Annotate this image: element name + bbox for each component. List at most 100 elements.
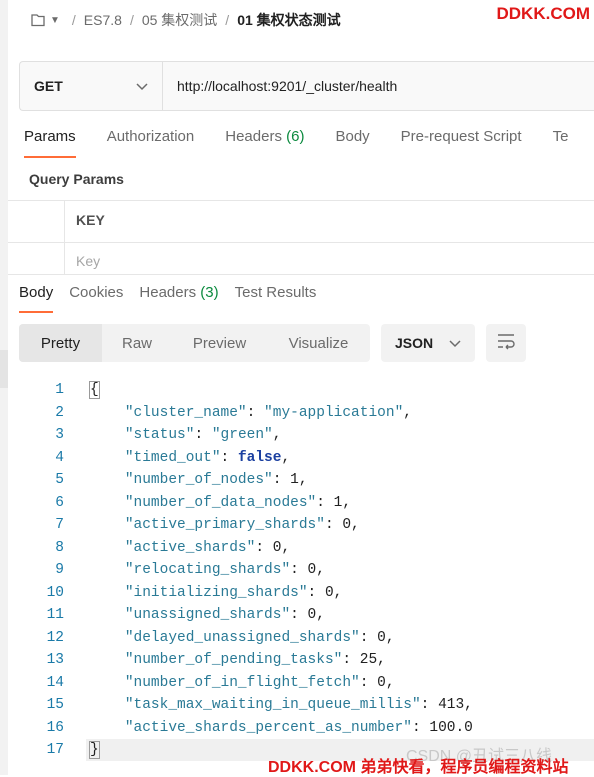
breadcrumb-current[interactable]: 01 集权状态测试	[237, 10, 340, 30]
code-text: "relocating_shards": 0,	[124, 562, 325, 578]
view-pretty[interactable]: Pretty	[19, 324, 102, 362]
code-text: "active_primary_shards": 0,	[124, 517, 360, 533]
tab-pre-request-script[interactable]: Pre-request Script	[401, 128, 522, 152]
code-line: 10 "initializing_shards": 0,	[0, 582, 594, 605]
line-number: 16	[46, 719, 64, 736]
code-text: "active_shards_percent_as_number": 100.0	[124, 719, 473, 736]
code-text: "number_of_pending_tasks": 25,	[124, 652, 386, 668]
format-label: JSON	[395, 335, 434, 351]
code-line: 1{	[0, 379, 594, 402]
tab-label: Headers	[225, 128, 282, 145]
divider	[8, 242, 594, 243]
chevron-down-icon[interactable]: ▼	[50, 15, 60, 26]
request-bar: GET http://localhost:9201/_cluster/healt…	[19, 61, 594, 111]
tab-response-headers[interactable]: Headers (3)	[139, 284, 218, 301]
chevron-down-icon	[136, 78, 148, 94]
tab-label: Body	[335, 128, 370, 145]
code-line: 5 "number_of_nodes": 1,	[0, 469, 594, 492]
divider	[8, 200, 594, 201]
tab-label: Body	[19, 284, 54, 301]
key-column-header: KEY	[76, 212, 105, 228]
code-line: 14 "number_of_in_flight_fetch": 0,	[0, 672, 594, 695]
tab-count: (3)	[200, 284, 219, 301]
code-text: "number_of_data_nodes": 1,	[124, 494, 352, 511]
line-number: 12	[46, 629, 64, 646]
query-params-title: Query Params	[29, 171, 124, 187]
code-line: 6 "number_of_data_nodes": 1,	[0, 492, 594, 515]
tab-count: (6)	[286, 128, 305, 145]
code-line: 16 "active_shards_percent_as_number": 10…	[0, 717, 594, 740]
code-line: 9 "relocating_shards": 0,	[0, 559, 594, 582]
view-raw[interactable]: Raw	[102, 324, 172, 362]
tab-test-results[interactable]: Test Results	[235, 284, 317, 301]
response-tabs: Body Cookies Headers (3) Test Results	[19, 284, 332, 313]
line-number: 2	[55, 404, 64, 421]
line-number: 10	[46, 584, 64, 601]
tab-cookies[interactable]: Cookies	[69, 284, 123, 301]
code-text: "task_max_waiting_in_queue_millis": 413,	[124, 697, 473, 713]
view-visualize[interactable]: Visualize	[267, 324, 370, 362]
response-body-editor[interactable]: 1{2 "cluster_name": "my-application", 3 "…	[0, 379, 594, 762]
code-line: 4 "timed_out": false,	[0, 447, 594, 470]
line-number: 9	[55, 562, 64, 578]
breadcrumb-separator: /	[225, 12, 230, 28]
code-line: 8 "active_shards": 0,	[0, 537, 594, 560]
divider	[64, 200, 65, 274]
line-number: 7	[55, 517, 64, 533]
wrap-lines-button[interactable]	[486, 324, 526, 362]
request-tabs: Params Authorization Headers (6) Body Pr…	[24, 128, 594, 158]
code-text: "status": "green",	[124, 427, 282, 443]
line-number: 17	[46, 742, 64, 758]
watermark-top: DDKK.COM	[496, 4, 591, 23]
line-number: 4	[55, 449, 64, 466]
tab-label: Authorization	[106, 128, 195, 145]
tab-headers[interactable]: Headers (6)	[225, 128, 304, 152]
tab-body[interactable]: Body	[335, 128, 369, 152]
code-line: 3 "status": "green",	[0, 424, 594, 447]
key-input[interactable]: Key	[76, 253, 100, 269]
code-line: 15 "task_max_waiting_in_queue_millis": 4…	[0, 694, 594, 717]
tab-response-body[interactable]: Body	[19, 284, 54, 313]
code-text: "number_of_nodes": 1,	[124, 472, 308, 488]
request-icon[interactable]	[30, 12, 46, 28]
code-line: 7 "active_primary_shards": 0,	[0, 514, 594, 537]
code-line: 12 "delayed_unassigned_shards": 0,	[0, 627, 594, 650]
line-number: 13	[46, 652, 64, 668]
watermark-bottom: DDKK.COM 弟弟快看，程序员编程资料站	[268, 759, 569, 776]
code-text: "initializing_shards": 0,	[124, 584, 343, 601]
breadcrumb: ▼ / ES7.8 / 05 集权测试 / 01 集权状态测试	[30, 8, 341, 32]
view-preview[interactable]: Preview	[172, 324, 267, 362]
code-line: 2 "cluster_name": "my-application",	[0, 402, 594, 425]
method-select[interactable]: GET	[20, 62, 163, 110]
chevron-down-icon	[449, 335, 461, 351]
code-text: {	[89, 381, 100, 399]
code-text: "delayed_unassigned_shards": 0,	[124, 629, 395, 646]
format-select[interactable]: JSON	[381, 324, 475, 362]
tab-tests[interactable]: Te	[553, 128, 569, 152]
line-number: 14	[46, 674, 64, 691]
url-input[interactable]: http://localhost:9201/_cluster/health	[163, 62, 594, 110]
breadcrumb-item-collection[interactable]: ES7.8	[84, 12, 122, 28]
method-label: GET	[34, 78, 63, 94]
code-text: }	[89, 741, 100, 759]
line-number: 15	[46, 697, 64, 713]
tab-label: Te	[552, 128, 569, 145]
code-line: 11 "unassigned_shards": 0,	[0, 604, 594, 627]
divider	[8, 274, 594, 275]
tab-label: Cookies	[69, 284, 124, 301]
line-number: 3	[55, 427, 64, 443]
tab-authorization[interactable]: Authorization	[107, 128, 195, 152]
code-text: "cluster_name": "my-application",	[124, 404, 412, 421]
tab-params[interactable]: Params	[24, 128, 76, 158]
breadcrumb-item-folder[interactable]: 05 集权测试	[142, 10, 217, 30]
tab-label: Pre-request Script	[400, 128, 522, 145]
view-mode-switcher: Pretty Raw Preview Visualize	[19, 324, 370, 362]
tab-label: Test Results	[234, 284, 317, 301]
tab-label: Headers	[139, 284, 197, 301]
code-text: "number_of_in_flight_fetch": 0,	[124, 674, 395, 691]
breadcrumb-separator: /	[129, 12, 134, 28]
tab-label: Params	[24, 128, 76, 145]
line-number: 11	[46, 607, 64, 623]
line-number: 5	[55, 472, 64, 488]
wrap-lines-icon	[496, 332, 516, 355]
